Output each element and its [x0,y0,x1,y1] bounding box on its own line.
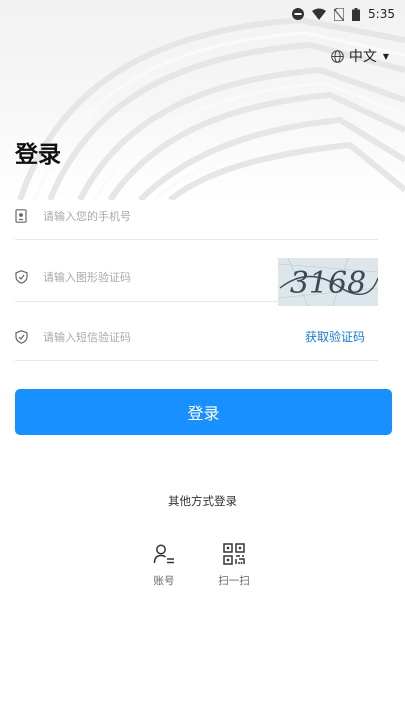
phone-input[interactable]: 请输入您的手机号 [43,208,378,224]
login-button[interactable]: 登录 [15,389,392,435]
account-login-label: 账号 [153,575,175,587]
qr-code-icon [223,543,245,565]
other-login-methods-title: 其他方式登录 [168,494,237,508]
shield-icon [15,269,29,284]
caret-down-icon: ▼ [382,51,389,61]
scan-login-label: 扫一扫 [218,575,250,587]
get-code-button[interactable]: 获取验证码 [305,328,365,345]
no-sim-icon [334,7,345,21]
captcha-text: 3168 [290,266,366,301]
wifi-icon [312,8,327,20]
phone-field[interactable]: 请输入您的手机号 [15,192,378,240]
header-background-art [0,0,405,200]
captcha-image[interactable]: 3168 [277,257,379,307]
battery-icon [352,7,361,21]
scan-login-option[interactable]: 扫一扫 [209,543,259,588]
globe-icon [331,49,344,63]
do-not-disturb-icon [292,8,305,20]
page-title: 登录 [15,142,61,168]
sms-code-input[interactable]: 请输入短信验证码 [43,329,305,345]
language-label: 中文 [348,49,377,65]
status-time: 5:35 [368,7,395,21]
sms-code-field[interactable]: 请输入短信验证码 获取验证码 [15,313,378,361]
status-bar: 5:35 [0,0,405,28]
language-selector[interactable]: 中文 ▼ [331,46,389,66]
user-account-icon [153,543,175,565]
phone-icon [15,208,29,223]
shield-icon [15,329,29,344]
account-login-option[interactable]: 账号 [139,543,189,588]
captcha-field[interactable]: 请输入图形验证码 3168 [15,252,379,307]
